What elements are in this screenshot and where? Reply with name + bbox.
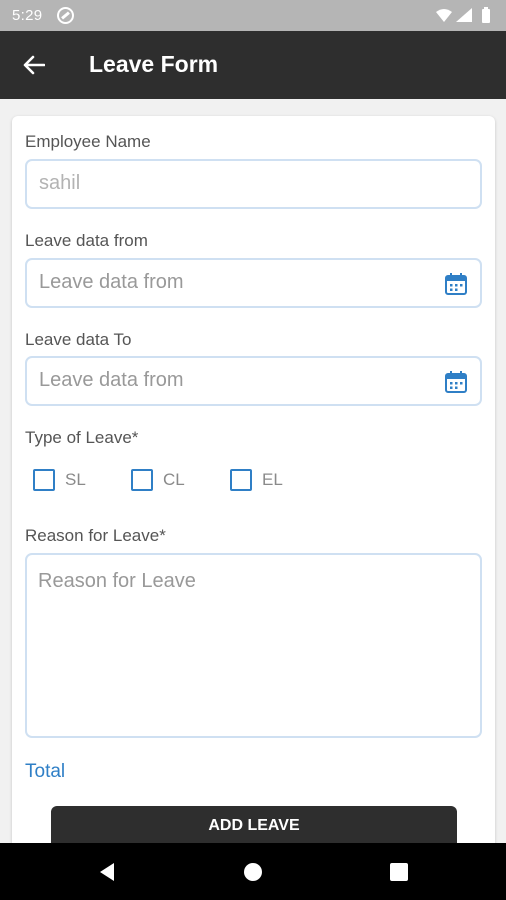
checkbox-label-cl: CL <box>163 470 185 489</box>
reason-placeholder: Reason for Leave <box>38 570 196 592</box>
employee-name-label: Employee Name <box>25 132 151 151</box>
recents-square-icon[interactable] <box>388 861 410 883</box>
leave-form-card: Employee Name sahil Leave data from Leav… <box>12 116 495 856</box>
navigation-bar <box>0 843 506 900</box>
status-time: 5:29 <box>12 7 43 24</box>
leave-to-placeholder: Leave data from <box>39 369 184 391</box>
checkbox-el[interactable] <box>230 469 252 491</box>
status-bar: 5:29 <box>0 0 506 31</box>
wifi-icon <box>436 9 452 22</box>
reason-label: Reason for Leave* <box>25 526 166 545</box>
app-bar: Leave Form <box>0 31 506 99</box>
status-icons <box>436 7 490 23</box>
total-link[interactable]: Total <box>25 761 65 783</box>
employee-name-field[interactable]: sahil <box>25 159 482 209</box>
do-not-disturb-icon <box>57 7 74 24</box>
checkbox-cl[interactable] <box>131 469 153 491</box>
checkbox-label-sl: SL <box>65 470 86 489</box>
leave-type-option-el[interactable]: EL <box>230 469 283 491</box>
calendar-icon[interactable] <box>444 272 468 296</box>
leave-to-field[interactable]: Leave data from <box>25 356 482 406</box>
leave-type-option-cl[interactable]: CL <box>131 469 185 491</box>
back-triangle-icon[interactable] <box>96 861 118 883</box>
reason-textarea[interactable]: Reason for Leave <box>25 553 482 738</box>
page-title: Leave Form <box>89 51 219 77</box>
arrow-left-icon <box>23 55 45 75</box>
leave-type-option-sl[interactable]: SL <box>33 469 86 491</box>
signal-icon <box>456 8 472 22</box>
checkbox-sl[interactable] <box>33 469 55 491</box>
calendar-icon[interactable] <box>444 370 468 394</box>
battery-icon <box>482 9 490 23</box>
checkbox-label-el: EL <box>262 470 283 489</box>
employee-name-value: sahil <box>39 172 81 194</box>
home-circle-icon[interactable] <box>242 861 264 883</box>
leave-to-label: Leave data To <box>25 330 132 349</box>
back-button[interactable] <box>16 48 52 82</box>
leave-from-field[interactable]: Leave data from <box>25 258 482 308</box>
leave-from-placeholder: Leave data from <box>39 271 184 293</box>
leave-from-label: Leave data from <box>25 231 148 250</box>
leave-type-label: Type of Leave* <box>25 428 139 447</box>
